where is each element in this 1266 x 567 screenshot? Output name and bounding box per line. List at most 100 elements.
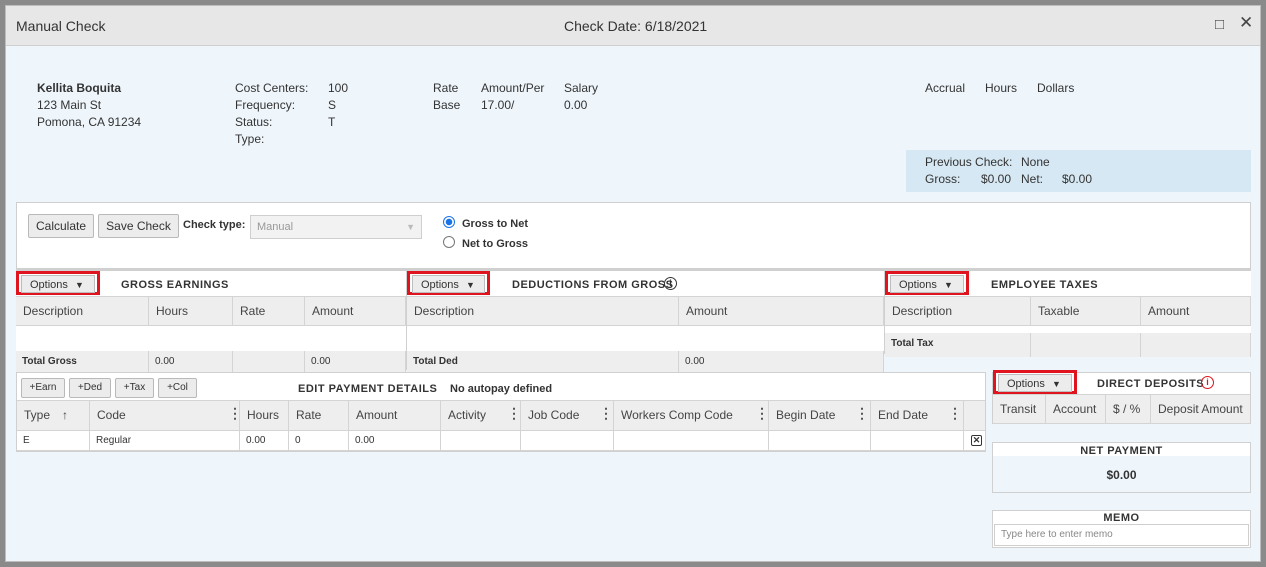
begin-date-menu-icon[interactable]: ⋮ xyxy=(855,405,869,422)
previous-check-box: Previous Check: None Gross: $0.00 Net: $… xyxy=(906,150,1251,192)
col-percent[interactable]: $ / % xyxy=(1106,395,1151,423)
col-amount[interactable]: Amount xyxy=(679,297,884,325)
cell-amount[interactable]: 0.00 xyxy=(349,431,441,450)
net-to-gross-label: Net to Gross xyxy=(462,238,529,250)
col-description[interactable]: Description xyxy=(407,297,679,325)
taxes-options-button[interactable]: Options ▼ xyxy=(890,275,964,293)
employee-address1: 123 Main St xyxy=(37,98,102,112)
save-check-button[interactable]: Save Check xyxy=(98,214,179,238)
cell-activity[interactable] xyxy=(441,431,521,450)
col-description[interactable]: Description xyxy=(885,297,1031,325)
salary-value: 0.00 xyxy=(564,98,588,112)
info-icon[interactable]: i xyxy=(664,277,677,290)
caret-down-icon: ▼ xyxy=(1051,379,1061,389)
deductions-title: DEDUCTIONS FROM GROSS xyxy=(512,279,674,291)
col-hours[interactable]: Hours xyxy=(149,297,233,325)
status-value: T xyxy=(328,115,336,129)
col-amount[interactable]: Amount xyxy=(305,297,406,325)
table-row[interactable]: E Regular 0.00 0 0.00 ✕ xyxy=(17,431,985,451)
accrual-dollars-label: Dollars xyxy=(1037,81,1075,95)
gross-to-net-label: Gross to Net xyxy=(462,218,529,230)
col-rate[interactable]: Rate xyxy=(233,297,305,325)
gross-earnings-header: Description Hours Rate Amount xyxy=(16,296,406,326)
employee-taxes-section: Options ▼ EMPLOYEE TAXES Description Tax… xyxy=(884,268,1251,357)
cell-code[interactable]: Regular xyxy=(90,431,240,450)
gross-earnings-title: GROSS EARNINGS xyxy=(121,279,229,291)
autopay-status: No autopay defined xyxy=(450,383,553,395)
cell-workers-comp-code[interactable] xyxy=(614,431,769,450)
net-payment-value: $0.00 xyxy=(1106,468,1137,482)
employee-name: Kellita Boquita xyxy=(37,81,122,95)
maximize-icon[interactable]: □ xyxy=(1215,17,1224,32)
activity-menu-icon[interactable]: ⋮ xyxy=(507,405,521,422)
col-description[interactable]: Description xyxy=(16,297,149,325)
total-tax-taxable xyxy=(1031,333,1141,357)
total-gross-label: Total Gross xyxy=(16,351,149,373)
col-transit[interactable]: Transit xyxy=(993,395,1046,423)
amount-per-value: 17.00/ xyxy=(481,98,515,112)
previous-gross-label: Gross: xyxy=(925,172,961,186)
previous-gross-value: $0.00 xyxy=(981,172,1012,186)
cell-rate[interactable]: 0 xyxy=(289,431,349,450)
delete-row-icon[interactable]: ✕ xyxy=(971,435,982,446)
job-code-menu-icon[interactable]: ⋮ xyxy=(599,405,613,422)
close-icon[interactable]: ✕ xyxy=(1239,14,1253,31)
end-date-menu-icon[interactable]: ⋮ xyxy=(948,405,962,422)
payment-details-section: +Earn +Ded +Tax +Col EDIT PAYMENT DETAIL… xyxy=(16,372,986,452)
col-rate[interactable]: Rate xyxy=(289,401,349,430)
col-hours[interactable]: Hours xyxy=(240,401,289,430)
info-icon[interactable]: i xyxy=(1201,376,1214,389)
cell-hours[interactable]: 0.00 xyxy=(240,431,289,450)
calculate-button[interactable]: Calculate xyxy=(28,214,94,238)
cell-job-code[interactable] xyxy=(521,431,614,450)
sort-up-icon[interactable]: ↑ xyxy=(62,408,68,422)
deductions-options-button[interactable]: Options ▼ xyxy=(412,275,485,293)
total-gross-amount: 0.00 xyxy=(305,351,406,373)
gross-earnings-section: Options ▼ GROSS EARNINGS Description Hou… xyxy=(16,268,406,373)
col-amount[interactable]: Amount xyxy=(1141,297,1251,325)
check-date: Check Date: 6/18/2021 xyxy=(564,18,708,34)
add-tax-button[interactable]: +Tax xyxy=(115,378,154,398)
col-code[interactable]: Code xyxy=(90,401,240,430)
memo-input[interactable]: Type here to enter memo xyxy=(994,524,1249,546)
options-label: Options xyxy=(1007,378,1045,390)
gross-to-net-radio[interactable] xyxy=(443,216,455,228)
cell-type[interactable]: E xyxy=(17,431,90,450)
previous-net-value: $0.00 xyxy=(1062,172,1093,186)
col-workers-comp-code[interactable]: Workers Comp Code xyxy=(614,401,769,430)
cell-begin-date[interactable] xyxy=(769,431,871,450)
total-gross-hours: 0.00 xyxy=(149,351,233,373)
check-type-select[interactable]: Manual ▼ xyxy=(250,215,422,239)
memo-title: MEMO xyxy=(1103,512,1140,524)
col-type[interactable]: Type ↑ xyxy=(17,401,90,430)
total-ded-label: Total Ded xyxy=(407,351,679,373)
deposits-header: Transit Account $ / % Deposit Amount xyxy=(993,394,1250,424)
col-deposit-amount[interactable]: Deposit Amount xyxy=(1151,395,1250,423)
col-account[interactable]: Account xyxy=(1046,395,1106,423)
deposits-options-button[interactable]: Options ▼ xyxy=(998,374,1072,392)
gross-earnings-options-button[interactable]: Options ▼ xyxy=(21,275,95,293)
net-to-gross-radio[interactable] xyxy=(443,236,455,248)
deductions-total-row: Total Ded 0.00 xyxy=(407,351,884,373)
cell-end-date[interactable] xyxy=(871,431,964,450)
taxes-header: Description Taxable Amount xyxy=(885,296,1251,326)
gross-earnings-total-row: Total Gross 0.00 0.00 xyxy=(16,351,406,373)
status-label: Status: xyxy=(235,115,273,129)
col-amount[interactable]: Amount xyxy=(349,401,441,430)
add-col-button[interactable]: +Col xyxy=(158,378,197,398)
chevron-down-icon: ▼ xyxy=(406,222,415,232)
total-gross-rate xyxy=(233,351,305,373)
caret-down-icon: ▼ xyxy=(74,280,84,290)
add-earn-button[interactable]: +Earn xyxy=(21,378,65,398)
frequency-value: S xyxy=(328,98,337,112)
net-payment-box: NET PAYMENT $0.00 xyxy=(992,442,1251,493)
rate-label: Rate xyxy=(433,81,459,95)
previous-net-label: Net: xyxy=(1021,172,1044,186)
payment-header: Type ↑ Code ⋮ Hours Rate Amount Activity … xyxy=(17,400,985,431)
options-highlight: Options ▼ xyxy=(16,271,100,295)
check-toolbar: Calculate Save Check Check type: Manual … xyxy=(16,202,1251,270)
add-ded-button[interactable]: +Ded xyxy=(69,378,111,398)
workers-comp-menu-icon[interactable]: ⋮ xyxy=(755,405,769,422)
col-taxable[interactable]: Taxable xyxy=(1031,297,1141,325)
title-bar: Manual Check Check Date: 6/18/2021 □ ✕ xyxy=(6,6,1260,46)
